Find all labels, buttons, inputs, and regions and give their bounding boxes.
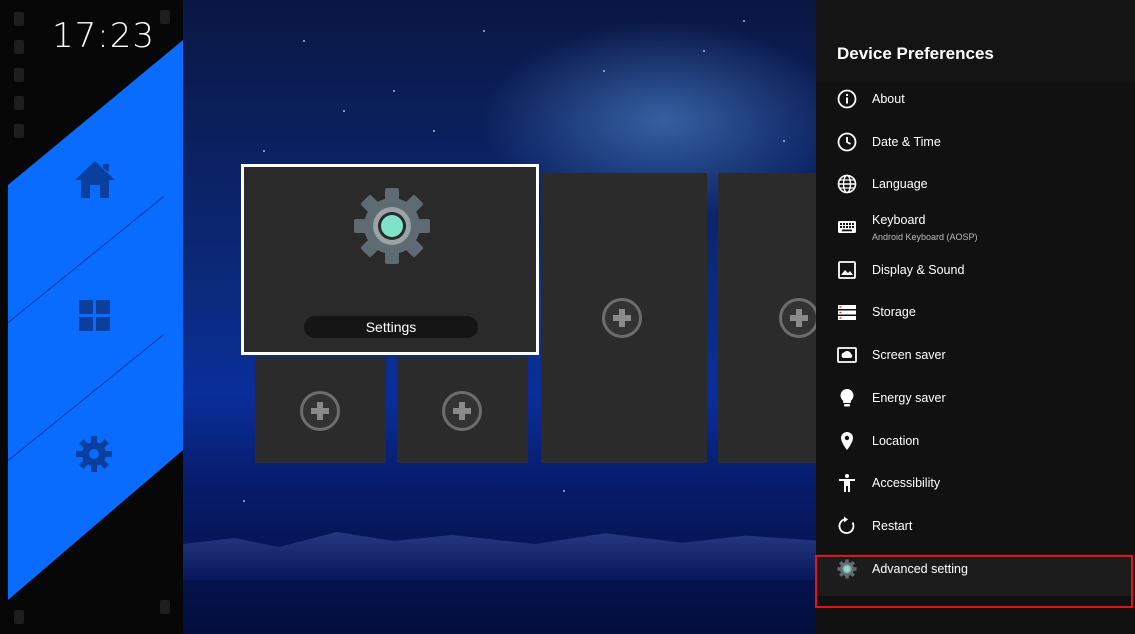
menu-item-about[interactable]: About [816,84,1135,127]
home-icon[interactable] [73,158,117,202]
menu-item-label: Keyboard [872,213,926,228]
apps-grid-icon[interactable] [77,298,121,342]
settings-gear-icon [352,186,432,266]
menu-item-label: Location [872,433,920,448]
menu-item-energy-saver[interactable]: Energy saver [816,383,1135,426]
accessibility-icon [837,473,857,493]
menu-item-label: Energy saver [872,390,946,405]
menu-item-label: About [872,92,905,106]
menu-item-label: Display & Sound [872,262,965,277]
add-circle-icon [300,391,340,431]
location-pin-icon [837,431,857,451]
settings-app-tile[interactable]: Settings [241,164,539,355]
menu-item-sublabel: Android Keyboard (AOSP) [872,232,978,243]
menu-item-storage[interactable]: Storage [816,297,1135,340]
menu-item-display-sound[interactable]: Display & Sound [816,255,1135,298]
menu-item-label: Storage [872,305,916,320]
panel-header: Device Preferences [816,0,1135,82]
preferences-menu: About Date & Time Language Keyboard Andr… [816,84,1135,597]
menu-item-keyboard[interactable]: Keyboard Android Keyboard (AOSP) [816,212,1135,255]
menu-item-language[interactable]: Language [816,169,1135,212]
lightbulb-icon [837,388,857,408]
menu-item-label: Accessibility [872,476,941,491]
panel-title: Device Preferences [837,44,994,63]
menu-item-label: Screen saver [872,348,946,363]
keyboard-icon [837,217,857,237]
menu-item-location[interactable]: Location [816,426,1135,469]
add-circle-icon [779,298,816,338]
menu-item-advanced-setting[interactable]: Advanced setting [816,553,1135,597]
empty-app-slot[interactable] [397,357,528,463]
storage-icon [837,302,857,322]
menu-item-screen-saver[interactable]: Screen saver [816,340,1135,383]
menu-item-label: Advanced setting [872,561,968,576]
menu-item-label: Language [872,177,928,192]
advanced-gear-icon [837,559,857,579]
menu-item-restart[interactable]: Restart [816,511,1135,554]
clock: 17:23 [52,16,155,56]
image-icon [837,260,857,280]
restart-icon [837,516,857,536]
screensaver-icon [837,345,857,365]
add-circle-icon [442,391,482,431]
mountain-silhouette [183,532,823,580]
menu-item-date-time[interactable]: Date & Time [816,127,1135,170]
empty-app-slot[interactable] [718,173,816,463]
empty-app-slot[interactable] [541,173,707,463]
empty-app-slot[interactable] [255,357,386,463]
info-icon [837,89,857,109]
settings-tile-label: Settings [304,316,478,338]
device-preferences-panel: Device Preferences About Date & Time Lan… [816,0,1135,634]
menu-item-accessibility[interactable]: Accessibility [816,468,1135,511]
gear-icon[interactable] [74,434,118,478]
clock-icon [837,132,857,152]
globe-icon [837,174,857,194]
add-circle-icon [602,298,642,338]
menu-item-label: Restart [872,518,913,533]
menu-item-label: Date & Time [872,134,941,149]
